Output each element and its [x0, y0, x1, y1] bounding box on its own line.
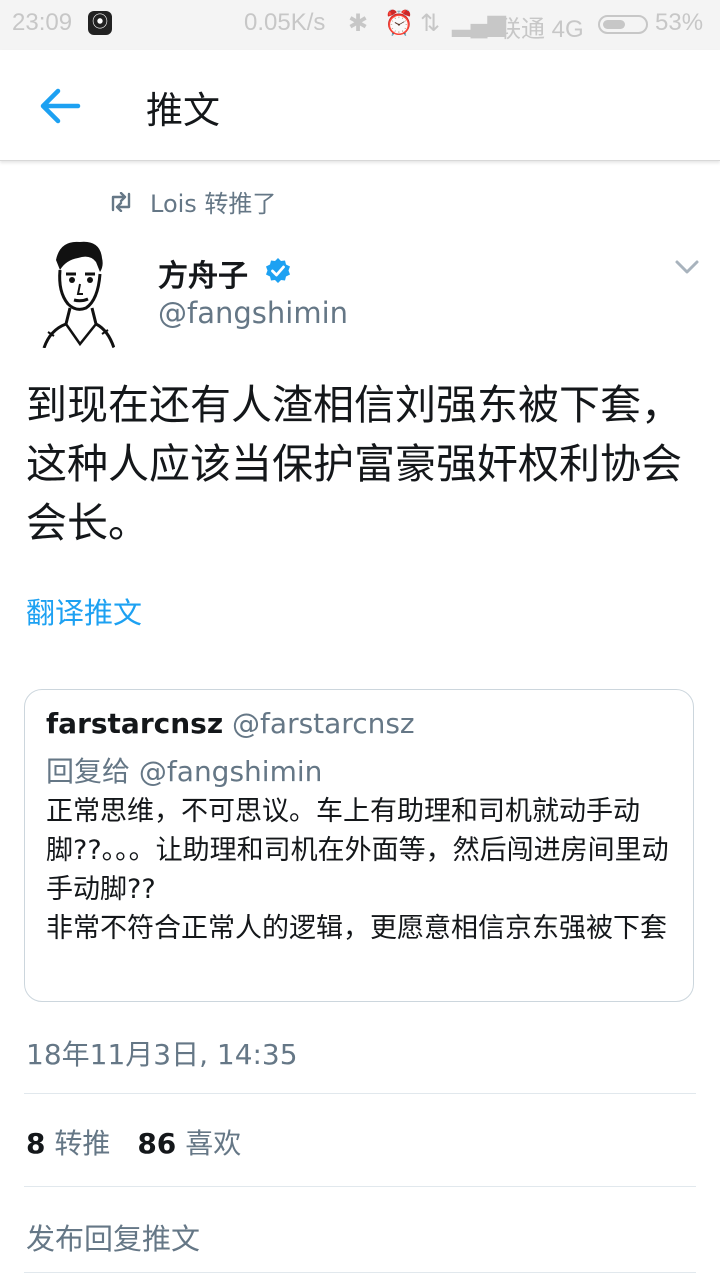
quoted-tweet-text: 正常思维，不可思议。车上有助理和司机就动手动脚??。。。让助理和司机在外面等，然…: [46, 796, 669, 944]
network-speed: 0.05K/s: [244, 9, 326, 36]
like-label: 喜欢: [185, 1127, 242, 1160]
alarm-icon: ⏰: [384, 10, 414, 37]
author-name-text: 方舟子: [158, 259, 248, 294]
app-bar: 推文: [0, 50, 720, 161]
status-bar: 23:09 ⦿ 0.05K/s ✱ ⏰ ⇅ ▂▄▆ 联通 4G 53%: [0, 0, 720, 50]
reply-input[interactable]: 发布回复推文: [26, 1216, 200, 1258]
chevron-down-icon[interactable]: [673, 256, 701, 278]
reply-prefix: 回复给: [46, 755, 131, 788]
quoted-author: farstarcnsz @farstarcnsz: [46, 707, 415, 740]
quoted-author-handle: @farstarcnsz: [232, 707, 415, 740]
quoted-tweet-card[interactable]: farstarcnsz @farstarcnsz 回复给 @fangshimin…: [24, 689, 694, 1002]
retweet-count-stat[interactable]: 8 转推: [26, 1122, 110, 1162]
avatar[interactable]: [30, 232, 116, 348]
retweet-label: 转推: [54, 1127, 111, 1160]
author-name[interactable]: 方舟子: [158, 251, 292, 295]
divider: [24, 1186, 696, 1187]
carrier-label: 联通 4G: [497, 16, 584, 43]
quoted-reply-to: 回复给 @fangshimin: [46, 750, 322, 790]
verified-badge-icon: [264, 257, 292, 293]
tweet-stats: 8 转推 86 喜欢: [26, 1122, 259, 1162]
translate-tweet-link[interactable]: 翻译推文: [26, 590, 142, 632]
retweeted-by-line[interactable]: Lois 转推了: [108, 184, 276, 219]
divider: [24, 1272, 696, 1273]
reply-to-handle: @fangshimin: [138, 755, 323, 788]
tweet-text: 到现在还有人渣相信刘强东被下套，这种人应该当保护富豪强奸权利协会会长。: [26, 381, 682, 547]
page-title: 推文: [146, 89, 220, 132]
data-transfer-icon: ⇅: [420, 10, 441, 37]
back-arrow-icon[interactable]: [38, 86, 82, 126]
quoted-author-name: farstarcnsz: [46, 707, 224, 740]
app-notification-icon: ⦿: [88, 11, 112, 35]
battery-icon: [598, 15, 648, 34]
status-time: 23:09: [12, 9, 73, 36]
tweet-timestamp: 18年11月3日, 14:35: [26, 1038, 298, 1071]
like-count-stat[interactable]: 86 喜欢: [137, 1122, 241, 1162]
battery-percent: 53%: [655, 9, 704, 36]
divider: [24, 1093, 696, 1094]
retweet-count: 8: [26, 1127, 46, 1160]
like-count: 86: [137, 1127, 177, 1160]
retweeted-by-label: Lois 转推了: [150, 190, 277, 218]
author-handle[interactable]: @fangshimin: [158, 296, 348, 330]
retweet-icon: [108, 190, 134, 218]
bluetooth-icon: ✱: [348, 10, 369, 37]
